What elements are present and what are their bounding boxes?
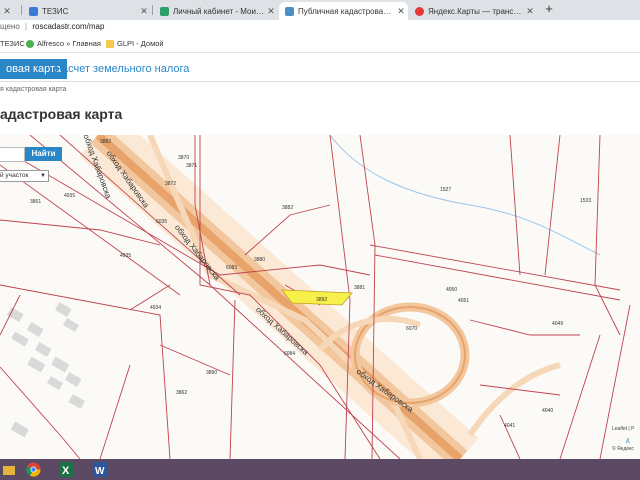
close-icon[interactable]: ✕ <box>264 6 278 17</box>
tab-cadastral-map[interactable]: Публичная кадастровая карта ✕ <box>279 2 408 20</box>
word-taskbar-button[interactable]: W <box>92 461 109 478</box>
url-field[interactable]: щено | roscadastr.com/map <box>0 22 104 31</box>
url-text: roscadastr.com/map <box>32 22 105 31</box>
parcel-label: 3880 <box>254 257 266 263</box>
parcel-label: 4934 <box>150 305 162 311</box>
tab-label: Яндекс.Карты — транспорт, нав <box>428 6 523 16</box>
cadastral-favicon-icon <box>285 6 294 16</box>
cadastral-map[interactable]: 4935 6035 4935 4934 3890 3862 3882 3880 … <box>0 135 640 459</box>
browser-tab-strip: ✕ ТЕЗИС ✕ Личный кабинет - Мои объе ✕ Пу… <box>0 0 640 20</box>
chrome-taskbar-button[interactable] <box>25 461 42 478</box>
bookmark-alfresco[interactable]: Alfresco » Главная <box>26 39 101 48</box>
parcel-label: 4040 <box>542 408 554 414</box>
parcel-label: 3890 <box>206 370 218 376</box>
app-icon[interactable] <box>0 461 17 478</box>
parcel-label: 6083 <box>226 265 238 271</box>
parcel-label: 3872 <box>165 181 177 187</box>
parcel-label: 4041 <box>504 423 516 429</box>
parcel-label: 3882 <box>282 205 294 211</box>
excel-icon: X <box>59 462 74 477</box>
url-divider: | <box>25 22 28 31</box>
bookmark-label: ТЕЗИС <box>0 39 25 48</box>
chrome-icon <box>26 462 41 477</box>
yandex-copyright: © Яндекс <box>612 446 634 452</box>
close-icon[interactable]: ✕ <box>0 6 14 17</box>
bookmarks-bar: ТЕЗИС Alfresco » Главная GLPI - Домой <box>0 36 640 53</box>
parcel-label: 3881 <box>354 285 366 291</box>
tab-yandex-maps[interactable]: Яндекс.Карты — транспорт, нав ✕ <box>409 2 537 20</box>
close-icon[interactable]: ✕ <box>394 6 408 17</box>
bookmark-label: GLPI - Домой <box>117 39 164 48</box>
parcel-label: 1533 <box>580 198 592 204</box>
tab-label: Публичная кадастровая карта <box>298 6 394 16</box>
word-icon: W <box>93 462 108 477</box>
close-icon[interactable]: ✕ <box>523 6 537 17</box>
glpi-icon <box>106 39 114 48</box>
svg-text:X: X <box>62 465 70 477</box>
parcel-label: 3871 <box>186 163 198 169</box>
connection-status: щено <box>0 22 20 31</box>
breadcrumb[interactable]: я кадастровая карта <box>0 86 66 93</box>
object-type-value: й участок <box>0 172 29 179</box>
new-tab-plus-icon[interactable]: + <box>542 2 556 16</box>
parcel-label: 3892 <box>316 297 328 303</box>
chevron-down-icon: ▼ <box>40 173 46 179</box>
taskbar: X W <box>0 459 640 480</box>
tab-cabinet[interactable]: Личный кабинет - Мои объе ✕ <box>154 2 278 20</box>
cabinet-favicon-icon <box>160 6 169 16</box>
tab-label: Личный кабинет - Мои объе <box>173 6 264 16</box>
map-attribution-cut: д <box>626 438 630 444</box>
tab-partial[interactable]: ✕ <box>0 2 20 20</box>
parcel-label: 6070 <box>406 326 418 332</box>
search-input[interactable] <box>0 147 25 162</box>
yandex-pin-icon <box>415 6 424 16</box>
parcel-label: 4049 <box>552 321 564 327</box>
tezis-favicon-icon <box>29 6 38 16</box>
parcel-label: 6084 <box>284 351 296 357</box>
parcel-label: 3862 <box>176 390 188 396</box>
parcel-label: 3882 <box>100 139 112 145</box>
close-icon[interactable]: ✕ <box>137 6 151 17</box>
bookmark-tezis[interactable]: ТЕЗИС <box>0 39 25 48</box>
parcel-label: 3870 <box>178 155 190 161</box>
excel-taskbar-button[interactable]: X <box>58 461 75 478</box>
map-attribution[interactable]: Leaflet | Р <box>612 426 634 432</box>
find-button[interactable]: Найти <box>25 147 62 161</box>
bookmark-glpi[interactable]: GLPI - Домой <box>106 39 164 48</box>
parcel-label: 3861 <box>30 199 42 205</box>
parcel-label: 1527 <box>440 187 452 193</box>
tab-divider <box>152 5 153 15</box>
object-type-select[interactable]: й участок ▼ <box>0 170 49 182</box>
parcel-label: 4935 <box>120 253 132 259</box>
address-bar[interactable]: щено | roscadastr.com/map <box>0 20 640 36</box>
page-title: адастровая карта <box>0 106 123 122</box>
folder-icon <box>2 465 15 475</box>
parcel-label: 4935 <box>64 193 76 199</box>
tab-land-tax[interactable]: Расчет земельного налога <box>49 59 195 79</box>
parcel-label: 4050 <box>446 287 458 293</box>
tab-tezis[interactable]: ТЕЗИС ✕ <box>23 2 151 20</box>
site-nav: овая карта Расчет земельного налога <box>0 56 640 82</box>
parcel-label: 6035 <box>156 219 168 225</box>
alfresco-icon <box>26 39 34 48</box>
bookmark-label: Alfresco » Главная <box>37 39 101 48</box>
parcel-label: 4051 <box>458 298 470 304</box>
svg-text:W: W <box>95 466 105 477</box>
tab-label: ТЕЗИС <box>42 6 69 16</box>
tab-divider <box>21 5 22 15</box>
